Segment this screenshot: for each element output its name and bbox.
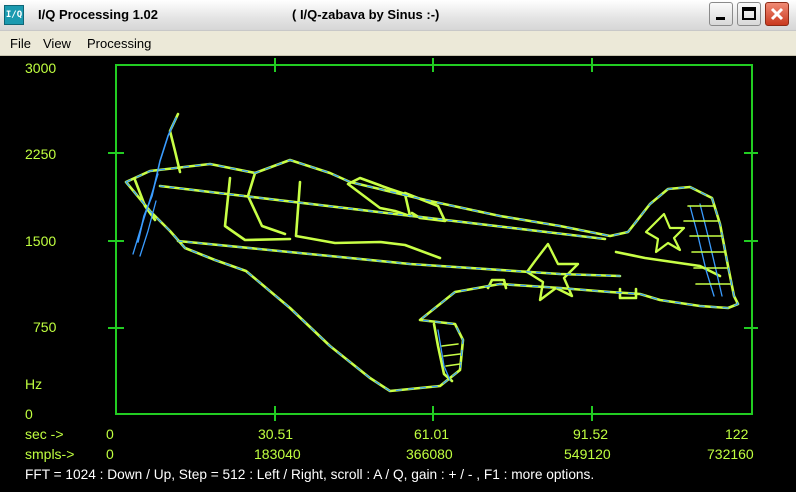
sec-tick-label: 30.51 (258, 426, 294, 442)
y-tick-label: 0 (25, 406, 33, 422)
menu-bar: File View Processing (0, 31, 796, 56)
sec-tick-label: 91.52 (573, 426, 609, 442)
minimize-icon (716, 17, 725, 20)
sample-tick-label: 366080 (406, 446, 453, 462)
menu-view[interactable]: View (43, 36, 71, 51)
maximize-icon (742, 7, 756, 20)
status-help-text: FFT = 1024 : Down / Up, Step = 512 : Lef… (25, 467, 595, 482)
close-icon (770, 7, 784, 21)
menu-file[interactable]: File (10, 36, 31, 51)
y-axis-unit: Hz (25, 376, 43, 392)
samples-axis-label: smpls-> (25, 446, 75, 462)
spectrogram-area[interactable]: 3000 2250 1500 750 Hz 0 sec -> 0 30.51 6… (0, 56, 796, 492)
sec-tick-label: 122 (725, 426, 749, 442)
y-tick-label: 750 (33, 319, 57, 335)
sec-axis-label: sec -> (25, 426, 64, 442)
minimize-button[interactable] (709, 2, 733, 26)
window-subtitle: ( I/Q-zabava by Sinus :-) (292, 7, 440, 22)
sample-tick-label: 549120 (564, 446, 611, 462)
sec-tick-label: 0 (106, 426, 114, 442)
title-bar: I/Q I/Q Processing 1.02 ( I/Q-zabava by … (0, 0, 796, 31)
sample-tick-label: 0 (106, 446, 114, 462)
maximize-button[interactable] (737, 2, 761, 26)
window-title: I/Q Processing 1.02 (38, 7, 158, 22)
y-tick-label: 1500 (25, 233, 57, 249)
spectrogram-canvas (0, 56, 796, 492)
iq-app-icon[interactable]: I/Q (4, 5, 24, 25)
sample-tick-label: 732160 (707, 446, 754, 462)
sample-tick-label: 183040 (254, 446, 301, 462)
menu-processing[interactable]: Processing (87, 36, 151, 51)
y-tick-label: 2250 (25, 146, 57, 162)
close-button[interactable] (765, 2, 789, 26)
sec-tick-label: 61.01 (414, 426, 450, 442)
y-tick-label: 3000 (25, 60, 57, 76)
